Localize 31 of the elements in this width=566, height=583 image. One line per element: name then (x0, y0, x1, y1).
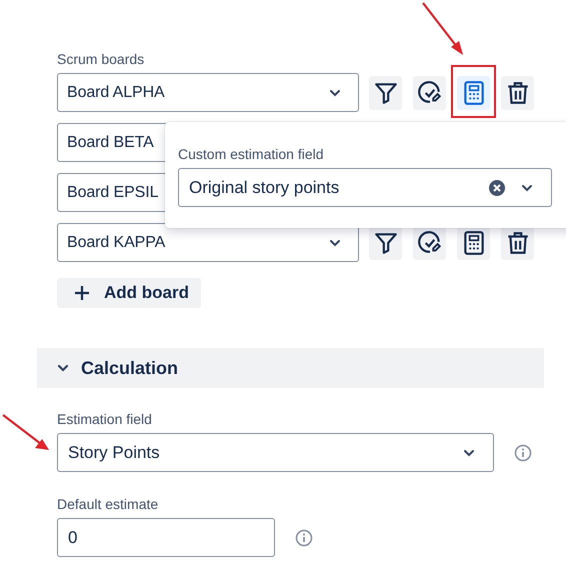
chevron-down-icon (463, 448, 475, 456)
delete-button[interactable] (501, 226, 534, 260)
chevron-down-icon (329, 88, 341, 96)
estimate-button[interactable] (413, 226, 446, 260)
chevron-down-icon (521, 184, 533, 192)
delete-button[interactable] (501, 76, 534, 110)
check-pencil-icon (416, 230, 442, 256)
info-icon[interactable] (295, 528, 313, 546)
estimation-field-select[interactable]: Story Points (57, 433, 494, 472)
annotation-arrow (421, 0, 465, 56)
filter-button[interactable] (369, 226, 402, 260)
input-field[interactable]: 0 (57, 518, 275, 557)
field-label: Scrum boards (57, 51, 146, 67)
estimate-button[interactable] (413, 76, 446, 110)
board-select[interactable]: Board KAPPA (57, 223, 359, 262)
field-label: Custom estimation field (178, 146, 325, 162)
calculator-button[interactable] (457, 226, 490, 260)
clear-icon[interactable] (489, 180, 505, 196)
add-board-button[interactable]: Add board (57, 278, 201, 308)
chevron-down-icon (329, 238, 341, 246)
section-title: Calculation (81, 358, 178, 378)
board-select[interactable]: Board ALPHA (57, 73, 359, 112)
check-pencil-icon (416, 80, 442, 106)
estimation-select[interactable]: Original story points (178, 168, 552, 207)
section-header[interactable]: Calculation (37, 348, 544, 388)
field-label: Estimation field (57, 411, 153, 427)
info-icon[interactable] (514, 444, 532, 462)
chevron-icon (57, 364, 69, 372)
plus-icon (74, 285, 90, 301)
filter-button[interactable] (369, 76, 402, 110)
field-label: Default estimate (57, 496, 160, 512)
